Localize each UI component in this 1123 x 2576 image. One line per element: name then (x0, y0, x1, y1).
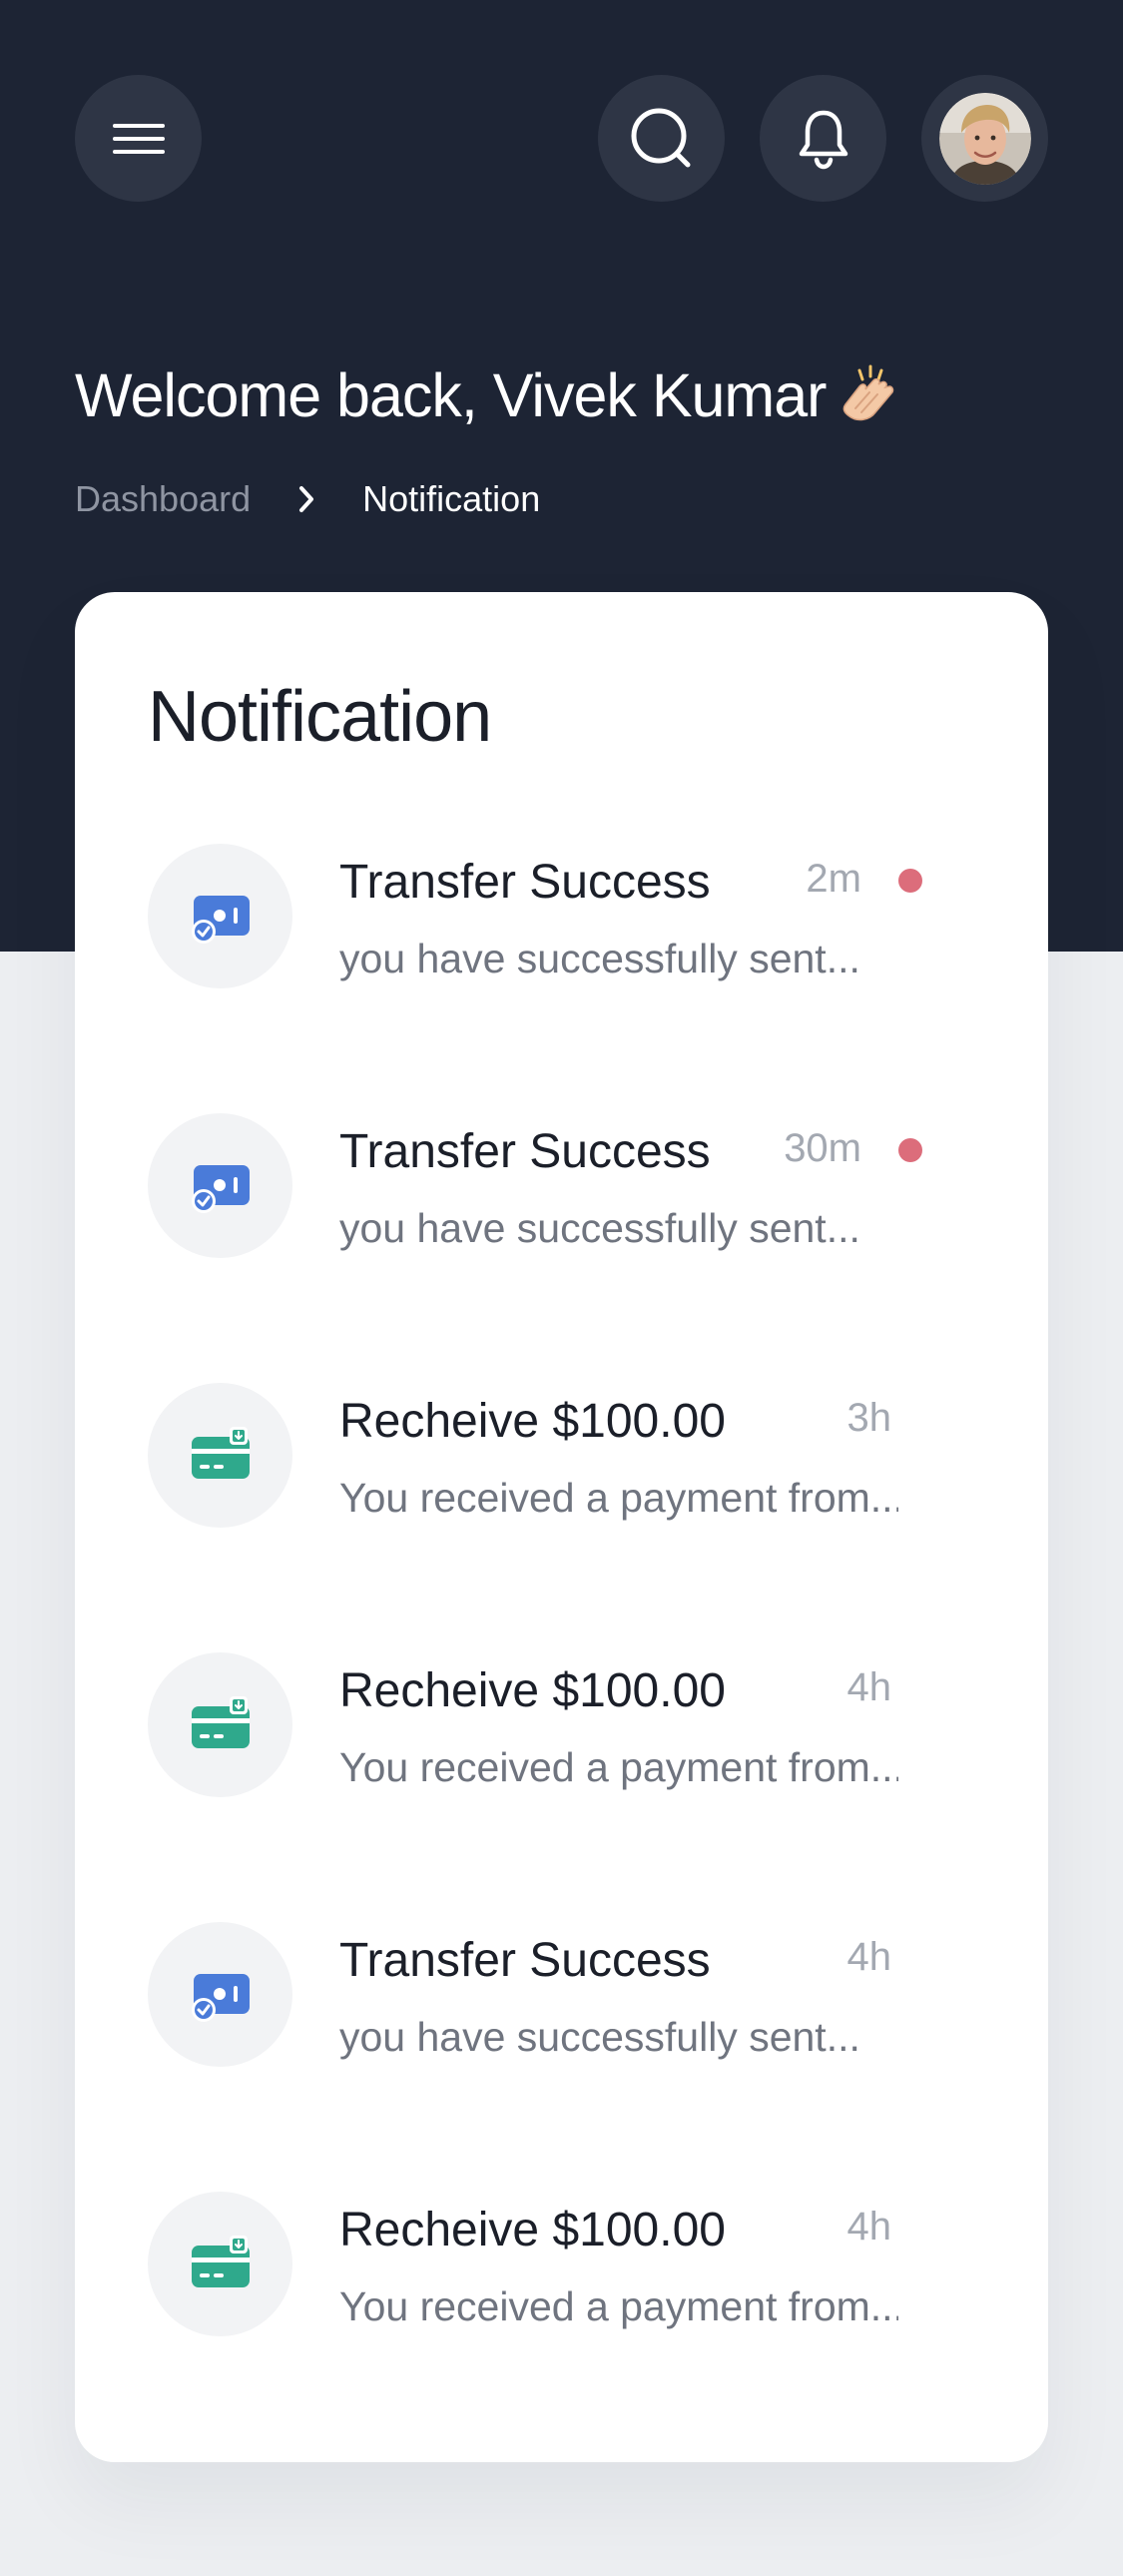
notification-title: Recheive $100.00 (339, 1394, 726, 1448)
notification-item[interactable]: Transfer Success you have successfully se… (148, 1113, 976, 1263)
card-download-icon (190, 1694, 252, 1756)
welcome-text: Welcome back, Vivek Kumar (75, 361, 827, 429)
notification-time: 2m (806, 856, 861, 901)
search-button[interactable] (598, 75, 725, 202)
notification-title: Transfer Success (339, 855, 711, 909)
notification-time: 4h (846, 2204, 892, 2249)
card-check-icon (190, 1155, 252, 1217)
top-bar (0, 0, 1123, 220)
clapping-hands-icon (838, 364, 899, 426)
notification-item[interactable]: Recheive $100.00 You received a payment f… (148, 1652, 976, 1802)
notification-card: Notification Transfer Success you have su… (75, 592, 1048, 2462)
notification-item[interactable]: Transfer Success you have successfully se… (148, 1922, 976, 2072)
notification-time: 30m (784, 1125, 861, 1170)
notification-icon-badge (148, 2192, 292, 2336)
card-check-icon (190, 886, 252, 948)
notification-item[interactable]: Recheive $100.00 You received a payment f… (148, 1383, 976, 1533)
notification-time: 4h (846, 1934, 892, 1979)
notification-description: you have successfully sent... (339, 1204, 860, 1251)
notification-title: Transfer Success (339, 1933, 711, 1987)
notification-description: You received a payment from... (339, 1743, 898, 1790)
breadcrumb-current: Notification (362, 478, 541, 519)
notification-icon-badge (148, 1922, 292, 2067)
chevron-right-icon (296, 484, 316, 514)
menu-button[interactable] (75, 75, 202, 202)
notifications-button[interactable] (760, 75, 886, 202)
notification-item[interactable]: Recheive $100.00 You received a payment f… (148, 2192, 976, 2341)
notification-icon-badge (148, 1383, 292, 1528)
card-download-icon (190, 1425, 252, 1487)
card-download-icon (190, 2234, 252, 2295)
notification-description: you have successfully sent... (339, 935, 860, 981)
search-icon (631, 108, 690, 167)
notification-icon-badge (148, 1113, 292, 1258)
notification-description: You received a payment from... (339, 1474, 898, 1521)
bell-icon (799, 110, 847, 169)
profile-avatar-button[interactable] (921, 75, 1048, 202)
notification-time: 3h (846, 1395, 892, 1440)
unread-dot (898, 1138, 922, 1162)
hamburger-icon (112, 123, 165, 154)
notification-title: Recheive $100.00 (339, 2203, 726, 2256)
card-title: Notification (148, 677, 492, 757)
avatar (938, 92, 1031, 185)
notification-icon-badge (148, 1652, 292, 1797)
notification-item[interactable]: Transfer Success you have successfully se… (148, 844, 976, 993)
breadcrumb: Dashboard Notification (75, 474, 540, 524)
notification-title: Recheive $100.00 (339, 1663, 726, 1717)
unread-dot (898, 869, 922, 893)
notification-description: you have successfully sent... (339, 2013, 860, 2060)
notification-time: 4h (846, 1664, 892, 1709)
breadcrumb-dashboard-link[interactable]: Dashboard (75, 478, 251, 520)
card-check-icon (190, 1964, 252, 2026)
welcome-heading: Welcome back, Vivek Kumar (75, 355, 899, 435)
notification-icon-badge (148, 844, 292, 988)
notification-title: Transfer Success (339, 1124, 711, 1178)
notification-description: You received a payment from... (339, 2282, 898, 2329)
